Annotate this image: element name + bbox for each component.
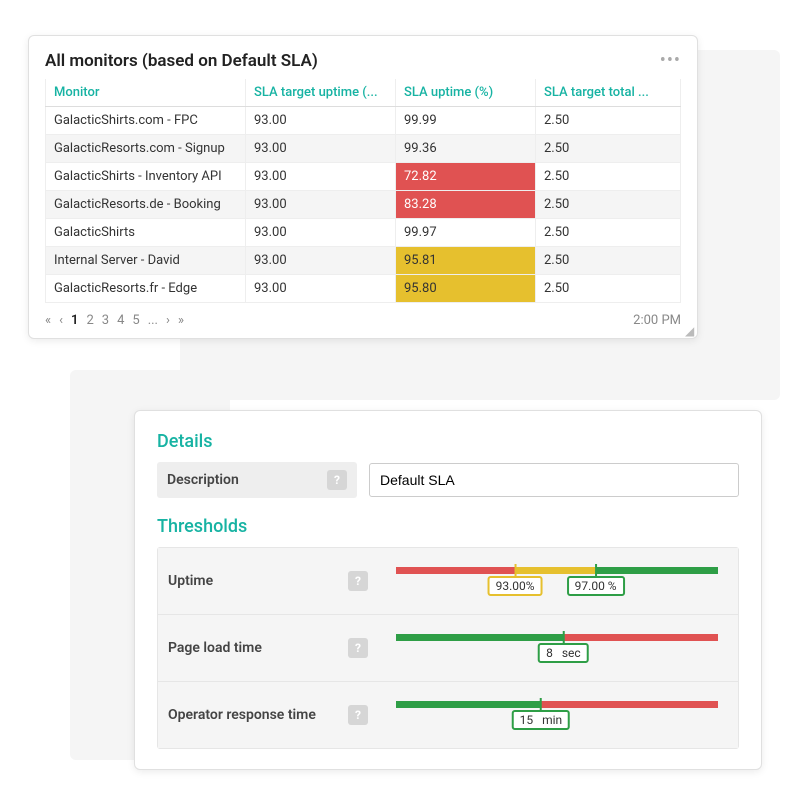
table-cell: 95.80 xyxy=(396,275,536,303)
threshold-uptime: Uptime ? 93.00% 97.00 % xyxy=(158,548,738,614)
table-cell: 99.99 xyxy=(396,107,536,135)
monitors-card: All monitors (based on Default SLA) ••• … xyxy=(28,35,698,339)
table-cell: 2.50 xyxy=(536,135,681,163)
uptime-slider[interactable]: 93.00% 97.00 % xyxy=(396,562,718,600)
table-cell: 83.28 xyxy=(396,191,536,219)
pageload-slider[interactable]: 8 sec xyxy=(396,629,718,667)
table-cell: 2.50 xyxy=(536,191,681,219)
column-header[interactable]: Monitor xyxy=(46,79,246,107)
pagination[interactable]: « ‹ 12345... › » xyxy=(45,313,184,328)
pager-page[interactable]: 2 xyxy=(86,313,93,328)
table-cell: 99.36 xyxy=(396,135,536,163)
pager-page[interactable]: 3 xyxy=(102,313,109,328)
opresp-marker[interactable]: 15 min xyxy=(512,710,571,730)
table-cell: 93.00 xyxy=(246,275,396,303)
table-cell: Internal Server - David xyxy=(46,247,246,275)
table-cell: 72.82 xyxy=(396,163,536,191)
table-cell: GalacticResorts.de - Booking xyxy=(46,191,246,219)
help-icon[interactable]: ? xyxy=(348,638,368,658)
table-cell: 93.00 xyxy=(246,163,396,191)
column-header[interactable]: SLA target total ... xyxy=(536,79,681,107)
table-row[interactable]: GalacticShirts93.0099.972.50 xyxy=(46,219,681,247)
pager-prev[interactable]: ‹ xyxy=(59,313,63,328)
pager-last[interactable]: » xyxy=(178,313,184,328)
table-cell: 2.50 xyxy=(536,275,681,303)
details-card: Details Description ? Thresholds Uptime … xyxy=(134,410,762,770)
opresp-label: Operator response time xyxy=(168,707,316,723)
pager-page[interactable]: 5 xyxy=(132,313,139,328)
pageload-marker[interactable]: 8 sec xyxy=(538,643,589,663)
section-details-title: Details xyxy=(157,431,739,452)
sla-table: MonitorSLA target uptime (...SLA uptime … xyxy=(45,79,681,303)
table-cell: 99.97 xyxy=(396,219,536,247)
table-cell: 93.00 xyxy=(246,107,396,135)
table-row[interactable]: Internal Server - David93.0095.812.50 xyxy=(46,247,681,275)
card-title: All monitors (based on Default SLA) xyxy=(45,51,318,71)
description-label-box: Description ? xyxy=(157,462,357,498)
help-icon[interactable]: ? xyxy=(327,470,347,490)
table-row[interactable]: GalacticResorts.com - Signup93.0099.362.… xyxy=(46,135,681,163)
opresp-slider[interactable]: 15 min xyxy=(396,696,718,734)
column-header[interactable]: SLA uptime (%) xyxy=(396,79,536,107)
uptime-low-marker[interactable]: 93.00% xyxy=(488,576,543,596)
table-cell: 93.00 xyxy=(246,191,396,219)
table-cell: 2.50 xyxy=(536,219,681,247)
description-input[interactable] xyxy=(369,463,739,497)
table-cell: 93.00 xyxy=(246,219,396,247)
table-cell: GalacticShirts xyxy=(46,219,246,247)
table-cell: 93.00 xyxy=(246,247,396,275)
table-cell: 2.50 xyxy=(536,247,681,275)
column-header[interactable]: SLA target uptime (... xyxy=(246,79,396,107)
pager-first[interactable]: « xyxy=(45,313,51,328)
table-cell: 2.50 xyxy=(536,107,681,135)
pager-page[interactable]: 1 xyxy=(71,313,78,328)
threshold-opresp: Operator response time ? 15 min xyxy=(158,681,738,748)
table-cell: GalacticResorts.fr - Edge xyxy=(46,275,246,303)
timestamp: 2:00 PM xyxy=(633,313,681,328)
resize-handle-icon[interactable]: ◢ xyxy=(685,326,695,336)
uptime-high-marker[interactable]: 97.00 % xyxy=(567,576,625,596)
help-icon[interactable]: ? xyxy=(348,705,368,725)
pager-page[interactable]: ... xyxy=(148,313,158,328)
description-label: Description xyxy=(167,472,239,488)
thresholds-panel: Uptime ? 93.00% 97.00 % Page load time ? xyxy=(157,547,739,749)
table-row[interactable]: GalacticResorts.fr - Edge93.0095.802.50 xyxy=(46,275,681,303)
threshold-pageload: Page load time ? 8 sec xyxy=(158,614,738,681)
uptime-label: Uptime xyxy=(168,573,213,589)
pageload-label: Page load time xyxy=(168,640,262,656)
more-icon[interactable]: ••• xyxy=(660,50,681,71)
table-row[interactable]: GalacticResorts.de - Booking93.0083.282.… xyxy=(46,191,681,219)
pager-page[interactable]: 4 xyxy=(117,313,124,328)
pager-next[interactable]: › xyxy=(166,313,170,328)
table-cell: 93.00 xyxy=(246,135,396,163)
help-icon[interactable]: ? xyxy=(348,571,368,591)
table-cell: GalacticShirts - Inventory API xyxy=(46,163,246,191)
section-thresholds-title: Thresholds xyxy=(157,516,739,537)
table-cell: GalacticShirts.com - FPC xyxy=(46,107,246,135)
table-row[interactable]: GalacticShirts.com - FPC93.0099.992.50 xyxy=(46,107,681,135)
table-row[interactable]: GalacticShirts - Inventory API93.0072.82… xyxy=(46,163,681,191)
table-cell: 95.81 xyxy=(396,247,536,275)
table-cell: 2.50 xyxy=(536,163,681,191)
table-cell: GalacticResorts.com - Signup xyxy=(46,135,246,163)
